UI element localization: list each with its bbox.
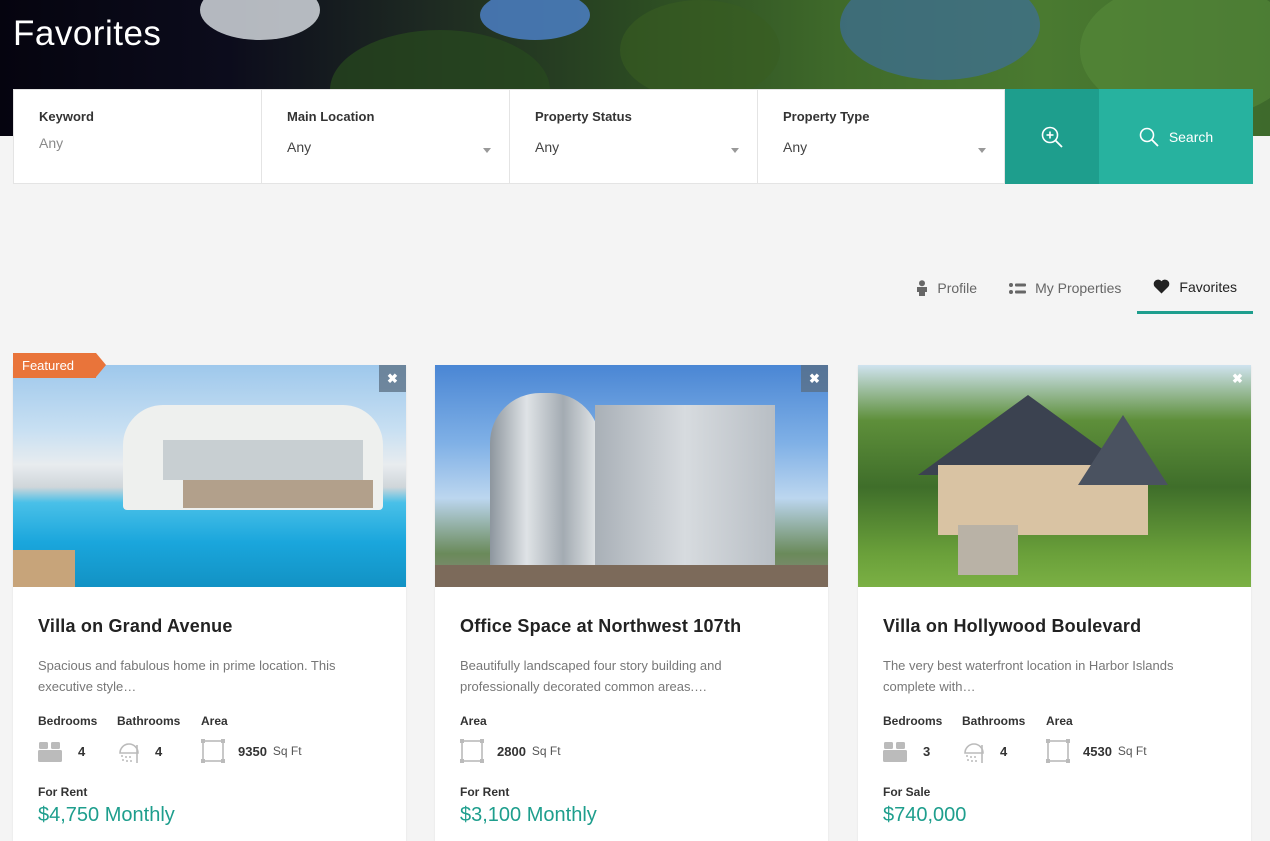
property-card: ✖ Office Space at Northwest 107th Beauti… (435, 365, 828, 841)
property-description: Spacious and fabulous home in prime loca… (38, 658, 336, 694)
bedrooms-label: Bedrooms (883, 714, 943, 728)
page-title: Favorites (13, 14, 162, 53)
property-title[interactable]: Office Space at Northwest 107th (460, 616, 803, 637)
list-icon (1009, 282, 1027, 294)
remove-favorite-button[interactable]: ✖ (1224, 365, 1251, 392)
advanced-search-button[interactable] (1005, 89, 1099, 184)
property-price: $4,750 Monthly (38, 804, 175, 826)
main-location-label: Main Location (287, 109, 375, 124)
keyword-input[interactable]: Any (39, 135, 237, 151)
property-photo[interactable]: ✖ (13, 365, 406, 587)
tab-my-properties[interactable]: My Properties (993, 262, 1137, 314)
zoom-in-icon (1041, 126, 1063, 148)
tab-profile[interactable]: Profile (900, 262, 993, 314)
property-price: $740,000 (883, 804, 967, 826)
property-search-form: Keyword Any Main Location Any Property S… (13, 89, 1253, 184)
property-status: For Sale (883, 785, 931, 799)
bed-icon (883, 742, 907, 762)
featured-badge: Featured (13, 353, 106, 378)
heart-icon (1154, 279, 1170, 294)
area-label: Area (1046, 714, 1073, 728)
tab-my-properties-label: My Properties (1035, 280, 1122, 296)
property-type-label: Property Type (783, 109, 870, 124)
main-location-value: Any (287, 139, 312, 155)
chevron-down-icon (978, 148, 986, 153)
shower-icon (119, 743, 139, 763)
bathrooms-count: 4 (1000, 743, 1008, 759)
bathrooms-label: Bathrooms (117, 714, 181, 728)
property-photo[interactable]: ✖ (435, 365, 828, 587)
chevron-down-icon (483, 148, 491, 153)
property-status: For Rent (38, 785, 88, 799)
main-location-select[interactable]: Main Location Any (261, 89, 509, 184)
area-icon (201, 739, 225, 763)
bedrooms-count: 4 (78, 743, 86, 759)
property-status-select[interactable]: Property Status Any (509, 89, 757, 184)
area-value: 9350 (238, 743, 267, 759)
bed-icon (38, 742, 62, 762)
bedrooms-count: 3 (923, 743, 931, 759)
bathrooms-label: Bathrooms (962, 714, 1026, 728)
area-unit: Sq Ft (531, 744, 561, 758)
shower-icon (964, 743, 984, 763)
property-title[interactable]: Villa on Hollywood Boulevard (883, 616, 1226, 637)
property-status-label: Property Status (535, 109, 632, 124)
area-unit: Sq Ft (1117, 744, 1147, 758)
property-price: $3,100 Monthly (460, 804, 597, 826)
tab-favorites[interactable]: Favorites (1137, 262, 1253, 314)
area-value: 4530 (1083, 743, 1112, 759)
property-description: The very best waterfront location in Har… (883, 658, 1174, 694)
property-status-value: Any (535, 139, 560, 155)
property-title[interactable]: Villa on Grand Avenue (38, 616, 381, 637)
search-button[interactable]: Search (1099, 89, 1253, 184)
search-button-label: Search (1168, 128, 1214, 145)
property-card: ✖ Villa on Grand Avenue Spacious and fab… (13, 365, 406, 841)
area-label: Area (201, 714, 228, 728)
area-label: Area (460, 714, 487, 728)
search-icon (1139, 127, 1159, 147)
area-value: 2800 (497, 743, 526, 759)
property-card: ✖ Villa on Hollywood Boulevard The very … (858, 365, 1251, 841)
dashboard-tabs: Profile My Properties Favorites (900, 262, 1253, 314)
remove-favorite-button[interactable]: ✖ (379, 365, 406, 392)
tab-favorites-label: Favorites (1179, 278, 1237, 295)
keyword-field[interactable]: Keyword Any (13, 89, 261, 184)
property-description: Beautifully landscaped four story buildi… (460, 658, 722, 694)
bathrooms-count: 4 (155, 743, 163, 759)
bedrooms-label: Bedrooms (38, 714, 98, 728)
person-icon (917, 280, 928, 296)
keyword-label: Keyword (39, 109, 94, 124)
property-type-value: Any (783, 139, 808, 155)
area-unit: Sq Ft (272, 744, 302, 758)
area-icon (460, 739, 484, 763)
chevron-down-icon (731, 148, 739, 153)
tab-profile-label: Profile (937, 280, 978, 296)
property-status: For Rent (460, 785, 510, 799)
remove-favorite-button[interactable]: ✖ (801, 365, 828, 392)
property-type-select[interactable]: Property Type Any (757, 89, 1005, 184)
property-photo[interactable]: ✖ (858, 365, 1251, 587)
area-icon (1046, 739, 1070, 763)
